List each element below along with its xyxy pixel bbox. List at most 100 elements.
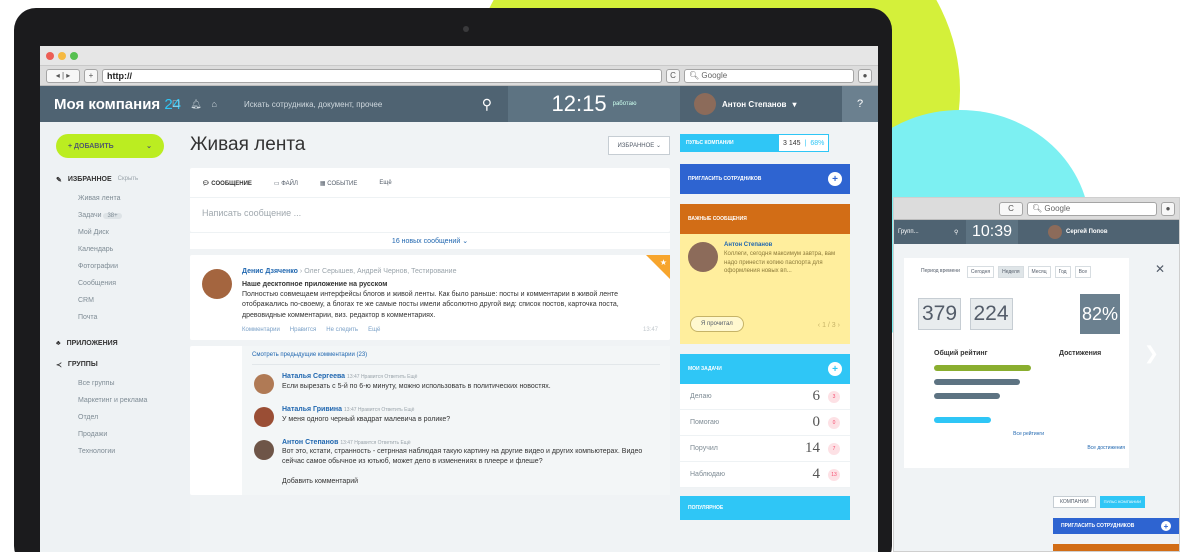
plus-icon[interactable]: +	[828, 362, 842, 376]
collapse-link[interactable]: Скрыть	[118, 176, 138, 184]
company-pulse[interactable]: ПУЛЬС КОМПАНИИ 3 145 | 68%	[680, 134, 850, 152]
read-button[interactable]: Я прочитал	[690, 316, 744, 332]
sidebar-item-crm[interactable]: CRM	[56, 292, 190, 309]
groups-section[interactable]: ≺ ГРУППЫ	[56, 361, 190, 369]
search-icon[interactable]: ⚲	[954, 229, 966, 236]
chat-icon[interactable]: ☐	[172, 99, 180, 110]
task-row-watching[interactable]: Наблюдаю 4 13	[680, 462, 850, 488]
comment-author[interactable]: Наталья Сергеева	[282, 373, 345, 380]
new-tab-button[interactable]: +	[84, 68, 98, 83]
tab-message[interactable]: 💬︎ СООБЩЕНИЕ	[202, 180, 252, 187]
task-row-doing[interactable]: Делаю 6 3	[680, 384, 850, 410]
overall-rating: Общий рейтинг Все рейтинги	[934, 350, 1044, 437]
all-ratings-link[interactable]: Все рейтинги	[934, 431, 1044, 437]
avatar[interactable]	[688, 242, 718, 272]
magnifier-icon[interactable]: ●	[858, 68, 872, 83]
post-recipients[interactable]: Олег Серышев, Андрей Чернов, Тестировани…	[304, 268, 456, 275]
avatar[interactable]	[254, 406, 274, 427]
tab-file[interactable]: ▭ ФАЙЛ	[274, 180, 298, 187]
sidebar-item-photos[interactable]: Фотографии	[56, 258, 190, 275]
period-month[interactable]: Месяц	[1027, 266, 1051, 278]
tab-more[interactable]: Ещё	[379, 180, 391, 187]
avatar[interactable]	[202, 269, 232, 299]
chevron-left-icon[interactable]: ‹	[818, 322, 820, 329]
invite-block[interactable]: ПРИГЛАСИТЬ СОТРУДНИКОВ +	[680, 164, 850, 194]
close-window-button[interactable]	[46, 51, 54, 60]
close-icon[interactable]: ✕	[1155, 262, 1165, 276]
url-input[interactable]: http://	[102, 68, 662, 83]
chevron-right-icon[interactable]: ›	[838, 322, 840, 329]
important-author[interactable]: Антон Степанов	[724, 242, 842, 248]
comment-author[interactable]: Наталья Гривина	[282, 406, 342, 413]
right-column: ПУЛЬС КОМПАНИИ 3 145 | 68% ПРИГЛАСИТЬ СОТР…	[680, 122, 850, 552]
sidebar-item-all-groups[interactable]: Все группы	[56, 375, 190, 392]
magnifier-icon[interactable]: ●	[1161, 201, 1175, 216]
task-row-assigned[interactable]: Поручил 14 7	[680, 436, 850, 462]
post-author[interactable]: Денис Дзяченко	[242, 268, 298, 275]
plus-icon[interactable]: +	[1161, 521, 1171, 531]
reload-button[interactable]: C	[666, 68, 680, 83]
comment-author[interactable]: Антон Степанов	[282, 439, 338, 446]
counter-2: 224	[969, 298, 1013, 330]
search-box[interactable]: 🔍︎ Google	[1027, 201, 1157, 216]
apps-section[interactable]: ♣ ПРИЛОЖЕНИЯ	[56, 340, 190, 347]
all-achievements-link[interactable]: Все достижения	[1059, 445, 1125, 451]
period-week[interactable]: Неделя	[998, 266, 1024, 278]
work-clock[interactable]: 12:15 работаю	[508, 86, 680, 122]
unfollow-link[interactable]: Не следить	[326, 326, 358, 335]
notifications-icon[interactable]: 🔔︎	[190, 99, 201, 110]
favorite-star-icon[interactable]: ★	[646, 255, 670, 279]
task-row-helping[interactable]: Помогаю 0 0	[680, 410, 850, 436]
tab-event[interactable]: ▦ СОБЫТИЕ	[320, 180, 357, 187]
sidebar-item-tasks[interactable]: Задачи 38+	[56, 207, 190, 224]
filter-select[interactable]: КОМПАНИИ	[1053, 496, 1096, 508]
user-menu[interactable]: Антон Степанов ▾	[680, 93, 840, 115]
important-pager[interactable]: ‹ 1 / 3 ›	[818, 322, 840, 329]
global-search[interactable]: Искать сотрудника, документ, прочее ⚲	[244, 96, 508, 113]
sidebar-item-marketing[interactable]: Маркетинг и реклама	[56, 392, 190, 409]
help-button[interactable]: ?	[842, 86, 878, 122]
sidebar-item-mail[interactable]: Почта	[56, 309, 190, 326]
user-name[interactable]: Сергей Попов	[1066, 229, 1107, 235]
more-link[interactable]: Ещё	[368, 326, 380, 335]
avatar[interactable]	[254, 374, 274, 395]
sidebar-item-calendar[interactable]: Календарь	[56, 241, 190, 258]
period-year[interactable]: Год	[1054, 266, 1071, 278]
next-arrow-icon[interactable]: ❯	[1144, 343, 1159, 364]
search-input[interactable]: Искать сотрудника, документ, прочее	[244, 100, 382, 109]
minimize-window-button[interactable]	[58, 51, 66, 60]
sidebar-item-messages[interactable]: Сообщения	[56, 275, 190, 292]
period-today[interactable]: Сегодня	[966, 266, 995, 278]
like-link[interactable]: Нравится	[290, 326, 316, 335]
search-icon[interactable]: ⚲	[482, 96, 492, 113]
invite-block[interactable]: ПРИГЛАСИТЬ СОТРУДНИКОВ +	[1053, 518, 1179, 534]
search-box[interactable]: 🔍︎ Google	[684, 68, 854, 83]
pin-icon: ✎	[56, 177, 62, 184]
reload-button[interactable]: C	[999, 201, 1023, 216]
comment-meta: 13:47 Нравится Ответить Ещё	[344, 406, 415, 413]
sidebar-item-tech[interactable]: Технологии	[56, 443, 190, 460]
sidebar-item-department[interactable]: Отдел	[56, 409, 190, 426]
sidebar-item-feed[interactable]: Живая лента	[56, 190, 190, 207]
secondary-clock[interactable]: 10:39	[966, 220, 1019, 244]
add-comment-input[interactable]: Добавить комментарий	[252, 473, 660, 493]
period-all[interactable]: Все	[1074, 266, 1092, 278]
previous-comments-link[interactable]: Смотреть предыдущие комментарии (23)	[252, 352, 660, 366]
comments-link[interactable]: Комментарии	[242, 326, 280, 335]
company-logo[interactable]: Моя компания 24	[40, 96, 181, 113]
home-icon[interactable]: ⌂	[212, 99, 217, 110]
filter-select[interactable]: ИЗБРАННОЕ ⌄	[608, 135, 670, 155]
plus-icon[interactable]: +	[828, 172, 842, 186]
favorites-section[interactable]: ✎ ИЗБРАННОЕ Скрыть	[56, 176, 190, 184]
feed-header: Живая лента ИЗБРАННОЕ ⌄	[190, 134, 670, 156]
add-button[interactable]: + ДОБАВИТЬ ⌄	[56, 134, 164, 158]
message-input[interactable]: Написать сообщение ...	[190, 198, 670, 232]
sidebar-item-drive[interactable]: Мой Диск	[56, 224, 190, 241]
maximize-window-button[interactable]	[70, 51, 78, 60]
search-text: Групп...	[898, 229, 919, 235]
back-forward-buttons[interactable]: ◂ | ▸	[46, 68, 80, 83]
sidebar-item-sales[interactable]: Продажи	[56, 426, 190, 443]
avatar[interactable]	[254, 439, 274, 460]
new-messages-link[interactable]: 16 новых сообщений ⌄	[190, 232, 670, 249]
pulse-percent: 68%	[810, 139, 825, 147]
